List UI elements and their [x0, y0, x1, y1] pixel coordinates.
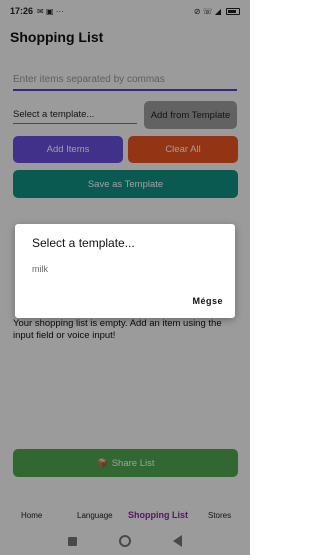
- dialog-cancel-button[interactable]: Mégse: [192, 296, 223, 306]
- dialog-title: Select a template...: [32, 236, 135, 250]
- template-dialog: Select a template... milk Mégse: [15, 224, 235, 318]
- dialog-option-milk[interactable]: milk: [32, 264, 48, 274]
